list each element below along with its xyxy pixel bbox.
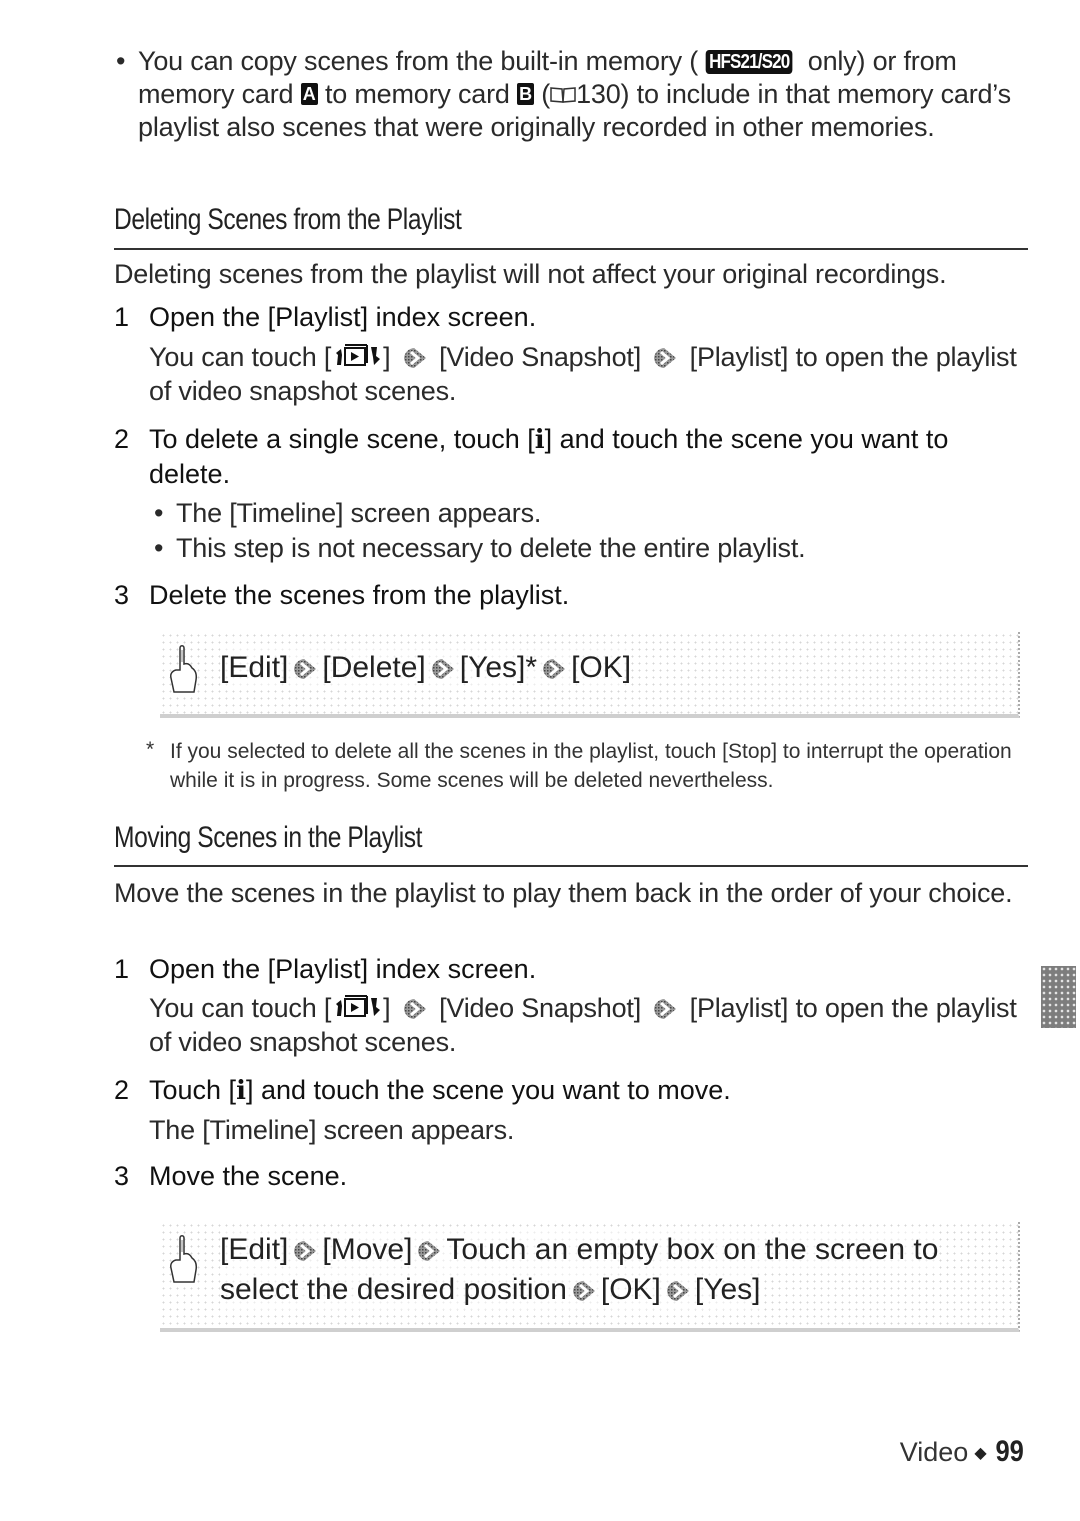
delete-procedure-box: [Edit] [Delete] [Yes]* [OK] — [160, 632, 1020, 718]
step-text: Move the scene. — [149, 1161, 348, 1191]
delete-step-1-detail: You can touch [] [Video Snapshot] [Playl… — [149, 342, 1017, 406]
procedure-step-yes: [Yes]* — [459, 651, 538, 684]
arrow-icon — [541, 658, 567, 680]
move-step-2: 2 Touch [i] and touch the scene you want… — [114, 1073, 1034, 1108]
page-footer: Video ◆ 99 — [900, 1435, 1026, 1471]
move-step-1: 1 Open the [Playlist] index screen. — [114, 952, 1034, 986]
procedure-text: [Edit] [Delete] [Yes]* [OK] — [220, 648, 632, 688]
arrow-icon — [402, 998, 428, 1020]
procedure-step-edit: [Edit] — [220, 651, 289, 684]
arrow-icon — [292, 1240, 318, 1262]
procedure-text-line-1: [Edit] [Move] Touch an empty box on the sc… — [220, 1230, 939, 1270]
move-step-1-detail: You can touch [] [Video Snapshot] [Playl… — [149, 993, 1017, 1057]
memory-card-a-icon: A — [300, 83, 318, 105]
procedure-step-touch-box: Touch an empty box on the screen to — [446, 1233, 939, 1266]
procedure-step-move: [Move] — [322, 1233, 413, 1266]
bullet-icon: • — [154, 498, 164, 528]
book-reference-icon — [550, 87, 576, 103]
delete-step-2-bullet: • The [Timeline] screen appears. — [154, 498, 542, 528]
info-icon: i — [236, 1076, 246, 1106]
procedure-step-ok: [OK] — [600, 1273, 661, 1306]
step-text: Delete the scenes from the playlist. — [149, 580, 570, 610]
step-number: 3 — [114, 1161, 130, 1191]
step-text: To delete a single scene, touch [i] and … — [149, 424, 949, 489]
chapter-tab — [1041, 966, 1076, 1028]
step-number: 3 — [114, 580, 130, 610]
step-text: Open the [Playlist] index screen. — [149, 302, 537, 332]
step-number: 2 — [114, 424, 130, 454]
arrow-icon — [292, 658, 318, 680]
arrow-icon — [402, 347, 428, 369]
delete-step-2: 2 To delete a single scene, touch [i] an… — [114, 422, 1034, 491]
diamond-separator-icon: ◆ — [974, 1445, 987, 1462]
playback-touch-icon — [331, 343, 383, 369]
section-divider — [114, 248, 1028, 250]
hand-touch-icon — [168, 644, 200, 694]
step-text: Open the [Playlist] index screen. — [149, 954, 537, 984]
footer-section-name: Video — [899, 1437, 969, 1467]
bullet-icon: • — [116, 46, 126, 76]
arrow-icon — [652, 998, 678, 1020]
arrow-icon — [665, 1280, 691, 1302]
model-badge: HFS21/S20 — [705, 50, 793, 74]
step-number: 1 — [114, 954, 130, 984]
info-icon: i — [534, 425, 545, 455]
arrow-icon — [430, 658, 456, 680]
procedure-step-delete: [Delete] — [322, 651, 426, 684]
step-number: 2 — [114, 1075, 130, 1105]
step-text: Touch [i] and touch the scene you want t… — [149, 1075, 731, 1106]
asterisk: * — [146, 738, 155, 761]
playback-touch-icon — [331, 994, 383, 1020]
section-title-moving: Moving Scenes in the Playlist — [114, 821, 423, 854]
delete-step-1: 1 Open the [Playlist] index screen. — [114, 300, 1034, 334]
memory-card-b-icon: B — [517, 83, 534, 105]
procedure-step-edit: [Edit] — [220, 1233, 289, 1266]
delete-intro: Deleting scenes from the playlist will n… — [114, 259, 947, 289]
arrow-icon — [416, 1240, 442, 1262]
section-title-deleting: Deleting Scenes from the Playlist — [114, 203, 462, 236]
move-procedure-box: [Edit] [Move] Touch an empty box on the sc… — [160, 1222, 1020, 1332]
move-step-2-detail: The [Timeline] screen appears. — [149, 1115, 515, 1145]
page-reference[interactable]: 130 — [576, 79, 621, 109]
step-number: 1 — [114, 302, 130, 332]
procedure-step-ok: [OK] — [571, 651, 632, 684]
arrow-icon — [652, 347, 678, 369]
arrow-icon — [571, 1280, 597, 1302]
intro-bullet: • You can copy scenes from the built-in … — [116, 45, 1036, 144]
move-step-3: 3 Move the scene. — [114, 1159, 1034, 1193]
page-number: 99 — [995, 1435, 1024, 1468]
move-intro: Move the scenes in the playlist to play … — [114, 878, 1013, 908]
delete-step-2-bullet: • This step is not necessary to delete t… — [154, 533, 806, 563]
hand-touch-icon — [168, 1234, 200, 1284]
bullet-icon: • — [154, 533, 164, 563]
procedure-text-line-2: select the desired position [OK] [Yes] — [220, 1270, 761, 1310]
intro-bullet-text: You can copy scenes from the built-in me… — [138, 46, 1011, 142]
procedure-step-select-position: select the desired position — [220, 1273, 567, 1306]
delete-step-3: 3 Delete the scenes from the playlist. — [114, 578, 1034, 612]
footnote: * If you selected to delete all the scen… — [146, 737, 1026, 795]
procedure-step-yes: [Yes] — [694, 1273, 761, 1306]
section-divider — [114, 865, 1028, 867]
